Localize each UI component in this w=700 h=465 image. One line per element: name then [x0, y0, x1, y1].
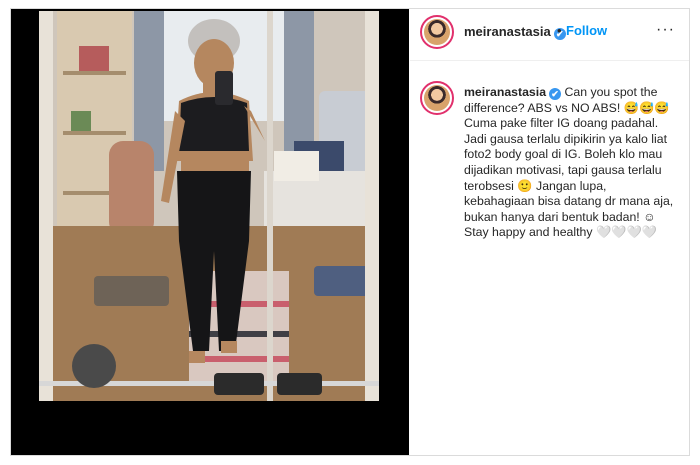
caption-username[interactable]: meiranastasia ✔ — [464, 85, 562, 100]
post-header: meiranastasia ✔ • Follow ··· — [410, 9, 689, 61]
instagram-post: meiranastasia ✔ • Follow ··· meiranastasi… — [10, 8, 690, 456]
caption-username-text[interactable]: meiranastasia — [464, 85, 546, 99]
separator-dot: • — [557, 23, 562, 38]
avatar[interactable] — [420, 15, 454, 49]
caption-text: Can you spot the difference? ABS vs NO A… — [464, 85, 674, 240]
post-photo — [39, 11, 379, 401]
post-sidebar: meiranastasia ✔ • Follow ··· meiranastasi… — [410, 9, 689, 455]
caption-verified-badge-icon: ✔ — [549, 88, 562, 100]
caption-avatar[interactable] — [420, 81, 454, 115]
username-text[interactable]: meiranastasia — [464, 24, 551, 39]
header-username[interactable]: meiranastasia ✔ — [464, 24, 566, 40]
more-options-icon[interactable]: ··· — [656, 21, 675, 39]
post-media[interactable] — [11, 9, 409, 455]
caption: meiranastasia ✔ Can you spot the differen… — [464, 85, 676, 241]
follow-button[interactable]: Follow — [566, 23, 607, 38]
